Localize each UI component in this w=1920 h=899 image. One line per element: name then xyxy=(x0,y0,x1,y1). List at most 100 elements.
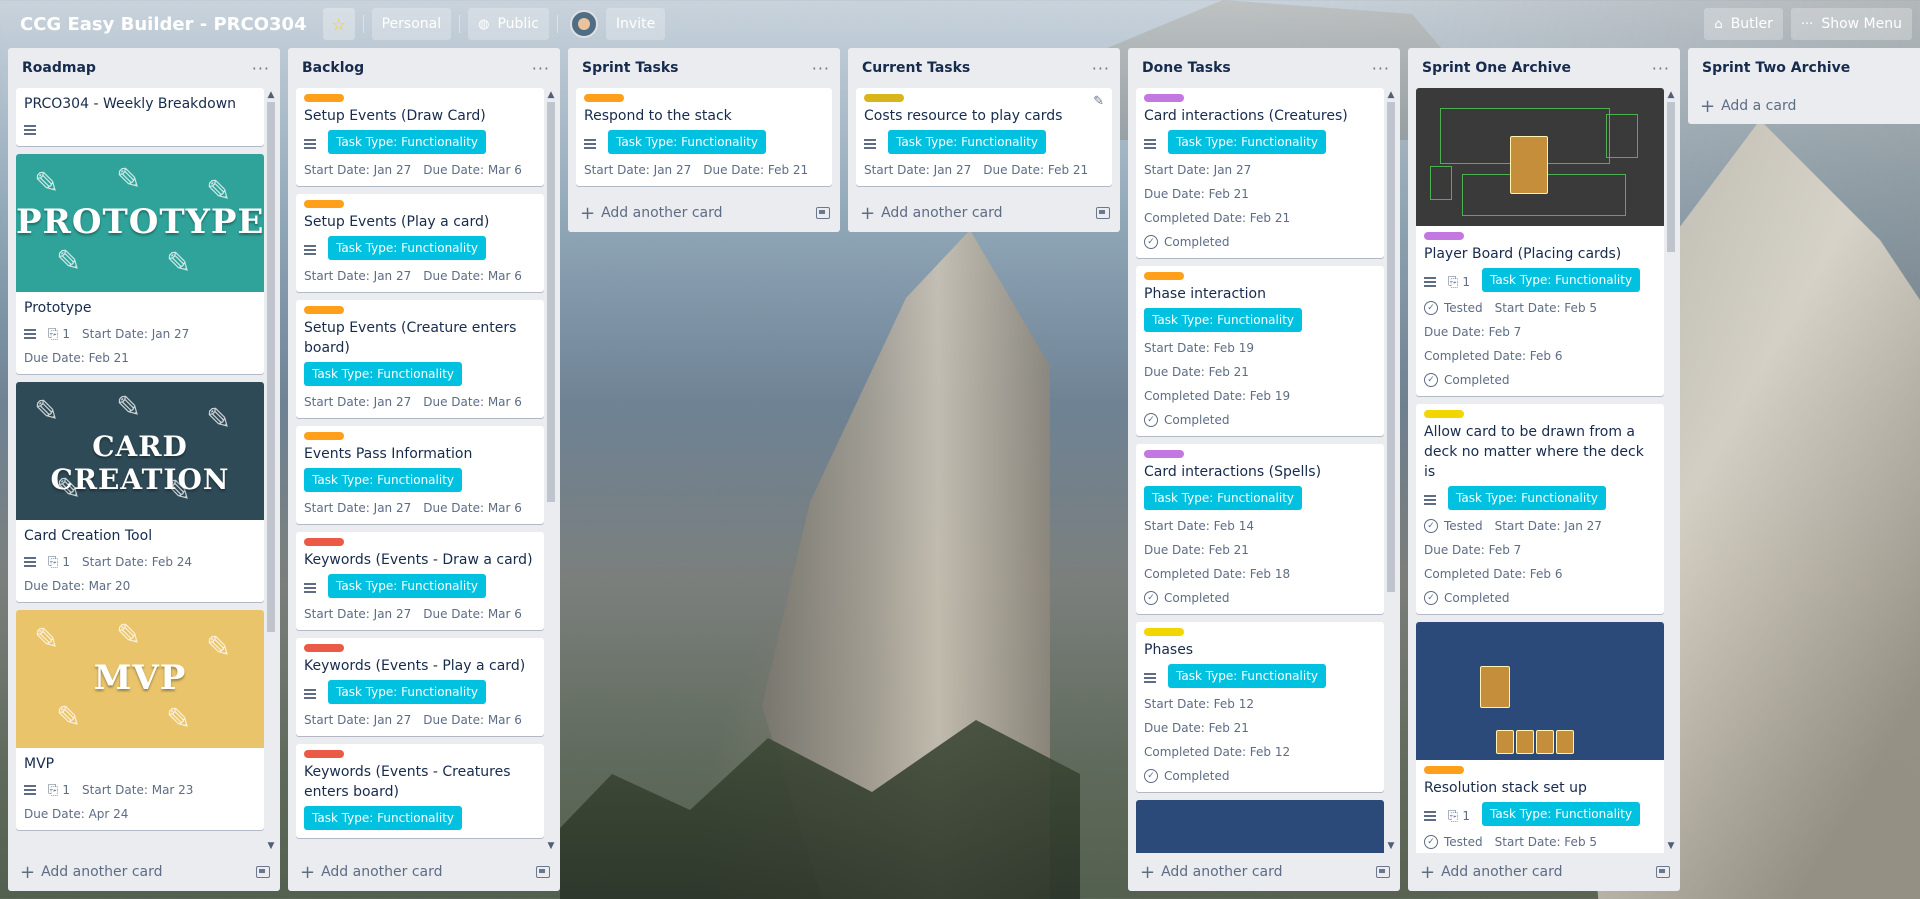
scroll-thumb[interactable] xyxy=(547,102,555,502)
scroll-thumb[interactable] xyxy=(267,102,275,632)
add-card-button[interactable]: + Add another card xyxy=(300,862,443,883)
scroll-thumb[interactable] xyxy=(1387,102,1395,592)
card[interactable]: ✎ Costs resource to play cards Task Type… xyxy=(856,88,1112,186)
list-scrollbar[interactable]: ▲ ▼ xyxy=(546,90,556,851)
card[interactable]: ✎ ✎ ✎ ✎ ✎ PROTOTYPE Prototype ⎘ 1 Start D… xyxy=(16,154,264,374)
card[interactable]: Setup Events (Creature enters board) Tas… xyxy=(296,300,544,418)
add-card-button[interactable]: + Add a card xyxy=(1700,96,1796,117)
card[interactable]: Resolution stack set up ⎘ 1 Task Type: Fu… xyxy=(1416,622,1664,853)
card-label xyxy=(1144,628,1184,636)
task-type-chip: Task Type: Functionality xyxy=(304,806,463,830)
add-card-button[interactable]: + Add another card xyxy=(580,203,723,224)
member-avatar[interactable] xyxy=(569,10,598,38)
add-card-button[interactable]: + Add another card xyxy=(1140,862,1283,883)
card-template-icon[interactable] xyxy=(536,866,550,878)
board-title[interactable]: CCG Easy Builder - PRCO304 xyxy=(12,14,315,35)
scroll-up-icon[interactable]: ▲ xyxy=(546,90,556,100)
wrench-icon: ✎ xyxy=(56,244,82,279)
start-date: Start Date: Feb 14 xyxy=(1144,519,1254,533)
card[interactable]: Events Pass Information Task Type: Funct… xyxy=(296,426,544,524)
card-label xyxy=(304,538,344,546)
scroll-down-icon[interactable]: ▼ xyxy=(1386,841,1396,851)
card-template-icon[interactable] xyxy=(1096,207,1110,219)
scroll-down-icon[interactable]: ▼ xyxy=(266,841,276,851)
card[interactable]: ✎ ✎ ✎ ✎ ✎ MVP MVP ⎘ 1 Start Date: Mar 23 … xyxy=(16,610,264,830)
card[interactable]: Setup Events (Play a card) Task Type: Fu… xyxy=(296,194,544,292)
star-button[interactable]: ☆ xyxy=(322,8,355,40)
list-title[interactable]: Sprint Two Archive xyxy=(1702,60,1850,76)
card[interactable]: Keywords (Events - Draw a card) Task Typ… xyxy=(296,532,544,630)
task-type-chip: Task Type: Functionality xyxy=(1144,486,1303,510)
list-header[interactable]: Roadmap ··· xyxy=(8,48,280,88)
list-header[interactable]: Sprint Tasks ··· xyxy=(568,48,840,88)
plus-icon: + xyxy=(300,861,316,883)
list-header[interactable]: Sprint Two Archive xyxy=(1688,48,1920,88)
list-header[interactable]: Done Tasks ··· xyxy=(1128,48,1400,88)
card[interactable] xyxy=(1136,800,1384,853)
card-title: Setup Events (Play a card) xyxy=(304,214,490,230)
due-date: Due Date: Mar 6 xyxy=(423,713,522,727)
list-menu-icon[interactable]: ··· xyxy=(1372,59,1390,78)
attachment-icon: ⎘ xyxy=(1448,274,1459,290)
card[interactable]: Phases Task Type: Functionality Start Da… xyxy=(1136,622,1384,792)
description-icon xyxy=(304,583,316,593)
list-header[interactable]: Backlog ··· xyxy=(288,48,560,88)
add-card-button[interactable]: + Add another card xyxy=(1420,862,1563,883)
scroll-up-icon[interactable]: ▲ xyxy=(266,90,276,100)
card-template-icon[interactable] xyxy=(256,866,270,878)
list-scrollbar[interactable]: ▲ ▼ xyxy=(1386,90,1396,851)
list-scrollbar[interactable]: ▲ ▼ xyxy=(266,90,276,851)
list-title[interactable]: Sprint Tasks xyxy=(582,60,679,76)
completed-label: Completed xyxy=(1164,591,1230,605)
list-title[interactable]: Done Tasks xyxy=(1142,60,1231,76)
list-scrollbar[interactable]: ▲ ▼ xyxy=(1666,90,1676,851)
card[interactable]: Card interactions (Creatures) Task Type:… xyxy=(1136,88,1384,258)
card[interactable]: Keywords (Events - Creatures enters boar… xyxy=(296,744,544,838)
list-title[interactable]: Roadmap xyxy=(22,60,96,76)
visibility-button[interactable]: ◍ Public xyxy=(468,8,549,40)
list-menu-icon[interactable]: ··· xyxy=(532,59,550,78)
card[interactable]: PRCO304 - Weekly Breakdown xyxy=(16,88,264,146)
edit-pencil-icon[interactable]: ✎ xyxy=(1093,94,1104,109)
card-template-icon[interactable] xyxy=(1656,866,1670,878)
card[interactable]: ✎ ✎ ✎ ✎ ✎ CARD CREATION Card Creation To… xyxy=(16,382,264,602)
list-menu-icon[interactable]: ··· xyxy=(1092,59,1110,78)
scroll-down-icon[interactable]: ▼ xyxy=(546,841,556,851)
description-icon xyxy=(304,139,316,149)
card[interactable]: Player Board (Placing cards) ⎘ 1 Task Typ… xyxy=(1416,88,1664,396)
scroll-thumb[interactable] xyxy=(1667,102,1675,252)
plus-icon: + xyxy=(860,202,876,224)
game-card-thumb xyxy=(1510,136,1548,194)
card-title: Resolution stack set up xyxy=(1424,780,1587,796)
start-date: Start Date: Feb 12 xyxy=(1144,697,1254,711)
card-template-icon[interactable] xyxy=(1376,866,1390,878)
personal-button[interactable]: Personal xyxy=(371,8,452,40)
list-header[interactable]: Current Tasks ··· xyxy=(848,48,1120,88)
list-cards: ✎ Costs resource to play cards Task Type… xyxy=(848,88,1120,194)
list-header[interactable]: Sprint One Archive ··· xyxy=(1408,48,1680,88)
invite-button[interactable]: Invite xyxy=(605,8,666,40)
scroll-up-icon[interactable]: ▲ xyxy=(1666,90,1676,100)
card[interactable]: Respond to the stack Task Type: Function… xyxy=(576,88,832,186)
list-menu-icon[interactable]: ··· xyxy=(1652,59,1670,78)
butler-button[interactable]: ⌂ Butler xyxy=(1704,8,1783,40)
list-title[interactable]: Backlog xyxy=(302,60,364,76)
list-menu-icon[interactable]: ··· xyxy=(252,59,270,78)
card-cover: ✎ ✎ ✎ ✎ ✎ PROTOTYPE xyxy=(16,154,264,292)
card[interactable]: Card interactions (Spells) Task Type: Fu… xyxy=(1136,444,1384,614)
card-template-icon[interactable] xyxy=(816,207,830,219)
card[interactable]: Allow card to be drawn from a deck no ma… xyxy=(1416,404,1664,614)
card[interactable]: Setup Events (Draw Card) Task Type: Func… xyxy=(296,88,544,186)
add-card-button[interactable]: + Add another card xyxy=(20,862,163,883)
card[interactable]: Keywords (Events - Play a card) Task Typ… xyxy=(296,638,544,736)
scroll-up-icon[interactable]: ▲ xyxy=(1386,90,1396,100)
card-title: Prototype xyxy=(24,300,92,316)
list-menu-icon[interactable]: ··· xyxy=(812,59,830,78)
add-card-button[interactable]: + Add another card xyxy=(860,203,1003,224)
scroll-down-icon[interactable]: ▼ xyxy=(1666,841,1676,851)
card-cover: ✎ ✎ ✎ ✎ ✎ MVP xyxy=(16,610,264,748)
card[interactable]: Phase interaction Task Type: Functionali… xyxy=(1136,266,1384,436)
show-menu-button[interactable]: ··· Show Menu xyxy=(1790,8,1912,40)
list-title[interactable]: Current Tasks xyxy=(862,60,970,76)
list-title[interactable]: Sprint One Archive xyxy=(1422,60,1571,76)
